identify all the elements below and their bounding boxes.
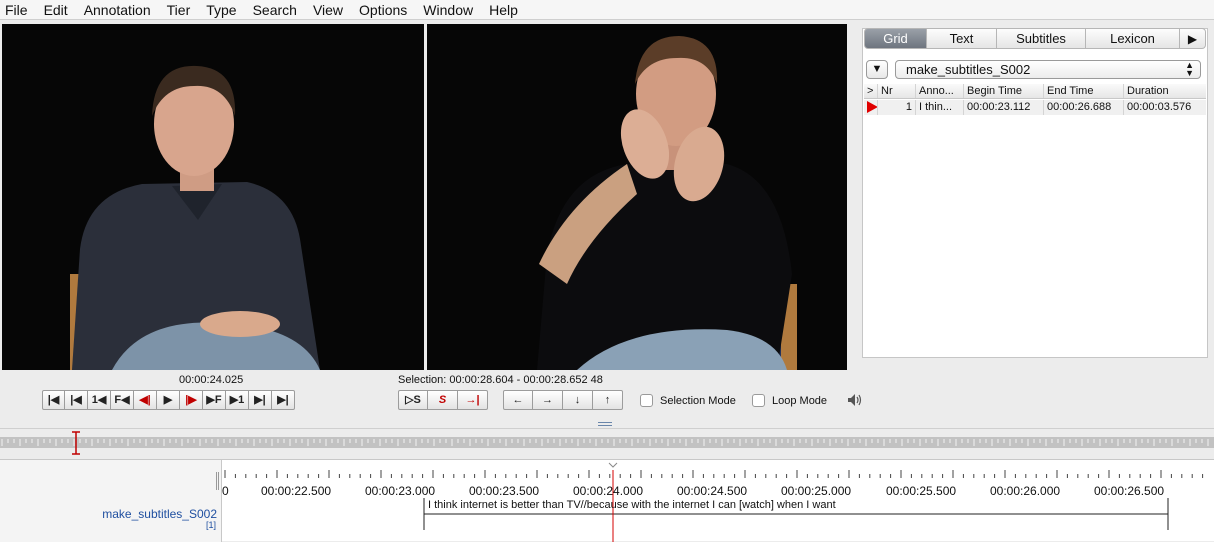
tier-label-area: make_subtitles_S002 [1] [0, 460, 222, 542]
next-scroll-view-button[interactable]: ▶| [249, 390, 272, 410]
next-annotation-button[interactable]: → [533, 390, 563, 410]
menu-annotation[interactable]: Annotation [76, 0, 159, 20]
tier-menu-toggle-button[interactable]: ▼ [866, 60, 888, 79]
tick-label: 00:00:22.500 [261, 484, 332, 498]
video-frame-left [2, 24, 424, 370]
video-viewer-left[interactable] [2, 24, 424, 370]
cell-begin-time: 00:00:23.112 [964, 100, 1044, 115]
menu-search[interactable]: Search [245, 0, 305, 20]
column-header-nr[interactable]: Nr [878, 84, 916, 98]
menu-file[interactable]: File [0, 0, 36, 20]
speaker-icon[interactable] [847, 393, 863, 407]
previous-second-button[interactable]: 1◀ [88, 390, 111, 410]
column-header-end-time[interactable]: End Time [1044, 84, 1124, 98]
current-time-label: 00:00:24.025 [179, 374, 244, 386]
cell-duration: 00:00:03.576 [1127, 101, 1192, 113]
annotation-nav-buttons: ← → ↓ ↑ [503, 390, 623, 410]
selection-mode-label: Selection Mode [660, 395, 736, 407]
cell-annotation: I thin... [916, 100, 964, 115]
row-marker [864, 100, 878, 115]
column-header-duration[interactable]: Duration [1124, 84, 1206, 98]
tick-label: 00:00:26.500 [1094, 484, 1165, 498]
tier-name-label[interactable]: make_subtitles_S002 [102, 507, 217, 521]
tick-label: 00:00:24.000 [573, 484, 644, 498]
play-pause-button[interactable]: ▶ [157, 390, 180, 410]
toggle-crosshair-button[interactable]: →| [458, 390, 488, 410]
column-header-begin-time[interactable]: Begin Time [964, 84, 1044, 98]
play-marker-icon [867, 101, 877, 113]
tab-lexicon[interactable]: Lexicon [1086, 28, 1180, 49]
previous-frame-button[interactable]: F◀ [111, 390, 134, 410]
grid-header: > Nr Anno... Begin Time End Time Duratio… [864, 84, 1206, 99]
timeline-overview[interactable] [0, 428, 1214, 456]
menu-view[interactable]: View [305, 0, 351, 20]
tick-label: 00:00:25.000 [781, 484, 852, 498]
tick-label: 00:00:23.000 [365, 484, 436, 498]
tier-annotation-count: [1] [205, 520, 216, 530]
splitter-handle[interactable] [598, 422, 612, 426]
table-row[interactable]: 1 I thin... 00:00:23.112 00:00:26.688 00… [864, 100, 1206, 115]
loop-mode-label: Loop Mode [772, 395, 828, 407]
tier-select-value: make_subtitles_S002 [906, 62, 1031, 77]
clear-selection-button[interactable]: S [428, 390, 458, 410]
loop-mode-checkbox[interactable] [752, 394, 765, 407]
next-pixel-button[interactable]: |▶ [180, 390, 203, 410]
menu-options[interactable]: Options [351, 0, 415, 20]
previous-pixel-button[interactable]: ◀| [134, 390, 157, 410]
annotation-timeline[interactable]: ▲ ▼ make_subtitles_S002 [1] 0 00:00:22.5… [0, 459, 1214, 542]
previous-scroll-view-button[interactable]: |◀ [65, 390, 88, 410]
tier-selector-row: ▼ make_subtitles_S002 ▲ ▼ [865, 59, 1205, 80]
tab-grid[interactable]: Grid [864, 28, 927, 49]
annotation-block[interactable]: I think internet is better than TV//beca… [428, 499, 836, 511]
selection-label: Selection: 00:00:28.604 - 00:00:28.652 4… [398, 374, 603, 386]
tab-text[interactable]: Text [927, 28, 997, 49]
play-selection-button[interactable]: ▷S [398, 390, 428, 410]
tier-select-dropdown[interactable]: make_subtitles_S002 ▲ ▼ [895, 60, 1201, 79]
annotation-above-button[interactable]: ↑ [593, 390, 623, 410]
tick-label: 00:00:25.500 [886, 484, 957, 498]
cell-nr: 1 [878, 100, 916, 115]
overview-ruler [0, 431, 1214, 455]
video-viewer-right[interactable] [427, 24, 847, 370]
tick-label: 00:00:23.500 [469, 484, 540, 498]
tick-label: 0 [222, 484, 229, 498]
cell-end-time: 00:00:26.688 [1044, 100, 1124, 115]
tab-subtitles[interactable]: Subtitles [997, 28, 1086, 49]
tick-label: 00:00:26.000 [990, 484, 1061, 498]
next-frame-button[interactable]: ▶F [203, 390, 226, 410]
tick-label: 00:00:24.500 [677, 484, 748, 498]
selection-buttons: ▷S S →| [398, 390, 488, 410]
menu-edit[interactable]: Edit [36, 0, 76, 20]
column-header-marker[interactable]: > [864, 84, 878, 98]
previous-annotation-button[interactable]: ← [503, 390, 533, 410]
annotation-below-button[interactable]: ↓ [563, 390, 593, 410]
menu-help[interactable]: Help [481, 0, 526, 20]
selection-mode-checkbox[interactable] [640, 394, 653, 407]
panel-tabs: Grid Text Subtitles Lexicon ▶ [864, 28, 1206, 49]
next-second-button[interactable]: ▶1 [226, 390, 249, 410]
go-to-begin-button[interactable]: |◀ [42, 390, 65, 410]
media-nav-buttons: |◀ |◀ 1◀ F◀ ◀| ▶ |▶ ▶F ▶1 ▶| ▶| [42, 390, 295, 410]
column-header-annotation[interactable]: Anno... [916, 84, 964, 98]
menu-tier[interactable]: Tier [159, 0, 199, 20]
video-frame-right [427, 24, 847, 370]
menu-type[interactable]: Type [198, 0, 244, 20]
updown-arrows-icon: ▲ ▼ [1185, 60, 1194, 78]
tab-scroll-right-button[interactable]: ▶ [1180, 28, 1206, 49]
menu-bar: File Edit Annotation Tier Type Search Vi… [0, 0, 1214, 20]
tier-panel-splitter[interactable] [216, 472, 219, 490]
menu-window[interactable]: Window [415, 0, 481, 20]
go-to-end-button[interactable]: ▶| [272, 390, 295, 410]
